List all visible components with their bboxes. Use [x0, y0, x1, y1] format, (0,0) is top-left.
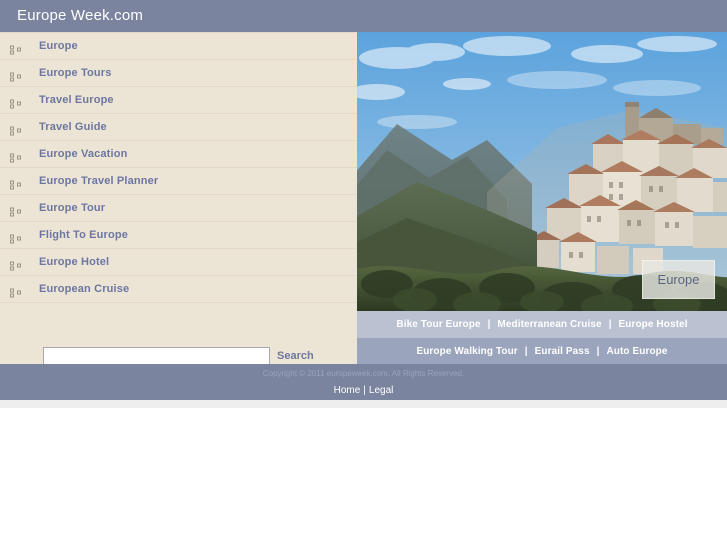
sidebar-item-travel-guide[interactable]: Travel Guide — [0, 114, 357, 141]
footer-link-separator: | — [363, 385, 366, 396]
sidebar-item-label: Europe Vacation — [39, 148, 128, 160]
search-input[interactable] — [43, 347, 270, 365]
site-header: Europe Week.com — [0, 0, 727, 32]
related-links-row-2: Europe Walking Tour | Eurail Pass | Auto Eur… — [357, 338, 727, 364]
sidebar-item-label: Europe — [39, 40, 78, 52]
sidebar-item-travel-europe[interactable]: Travel Europe — [0, 87, 357, 114]
related-link-eurail-pass[interactable]: Eurail Pass — [535, 346, 590, 357]
search-button[interactable]: Search — [277, 350, 314, 362]
sidebar-item-label: Travel Guide — [39, 121, 107, 133]
sidebar-item-label: Europe Travel Planner — [39, 175, 159, 187]
sidebar-item-label: Travel Europe — [39, 94, 114, 106]
list-bullet-icon — [10, 96, 21, 109]
hero-photo: Europe — [357, 32, 727, 311]
sidebar-item-european-cruise[interactable]: European Cruise — [0, 276, 357, 303]
sidebar-item-europe-hotel[interactable]: Europe Hotel — [0, 249, 357, 276]
sidebar-item-label: Flight To Europe — [39, 229, 128, 241]
related-link-europe-hostel[interactable]: Europe Hostel — [619, 319, 688, 330]
related-link-bike-tour-europe[interactable]: Bike Tour Europe — [396, 319, 480, 330]
list-bullet-icon — [10, 285, 21, 298]
main-content-area: Europe Europe Tours Travel Europe Travel Gu… — [0, 32, 727, 365]
sidebar-item-label: Europe Tour — [39, 202, 106, 214]
sidebar-item-europe-tour[interactable]: Europe Tour — [0, 195, 357, 222]
page-root: Europe Week.com Europe Europe Tours Travel… — [0, 0, 727, 545]
link-separator: | — [524, 345, 528, 357]
photo-caption-label: Europe — [657, 272, 700, 287]
page-blank-area — [0, 408, 727, 545]
sidebar-item-label: European Cruise — [39, 283, 130, 295]
footer-links: Home | Legal — [0, 385, 727, 396]
sidebar-panel: Europe Europe Tours Travel Europe Travel Gu… — [0, 32, 357, 365]
list-bullet-icon — [10, 204, 21, 217]
photo-caption-badge: Europe — [642, 260, 715, 299]
list-bullet-icon — [10, 258, 21, 271]
list-bullet-icon — [10, 69, 21, 82]
copyright-text: Copyright © 2011 europeweek.com. All Rig… — [262, 369, 465, 378]
sidebar-item-europe[interactable]: Europe — [0, 32, 357, 60]
list-bullet-icon — [10, 177, 21, 190]
related-link-mediterranean-cruise[interactable]: Mediterranean Cruise — [497, 319, 601, 330]
footer-link-legal[interactable]: Legal — [369, 385, 393, 396]
link-separator: | — [487, 319, 491, 330]
footer-link-home[interactable]: Home — [334, 385, 361, 396]
link-separator: | — [608, 319, 612, 330]
related-link-auto-europe[interactable]: Auto Europe — [606, 346, 667, 357]
related-links-row-1: Bike Tour Europe | Mediterranean Cruise | Eu… — [357, 311, 727, 338]
sidebar-nav-list: Europe Europe Tours Travel Europe Travel Gu… — [0, 32, 357, 303]
sidebar-item-europe-travel-planner[interactable]: Europe Travel Planner — [0, 168, 357, 195]
list-bullet-icon — [10, 150, 21, 163]
bottom-strip — [0, 400, 727, 408]
sidebar-item-europe-tours[interactable]: Europe Tours — [0, 60, 357, 87]
sidebar-item-label: Europe Hotel — [39, 256, 110, 268]
sidebar-item-flight-to-europe[interactable]: Flight To Europe — [0, 222, 357, 249]
list-bullet-icon — [10, 123, 21, 136]
sidebar-item-europe-vacation[interactable]: Europe Vacation — [0, 141, 357, 168]
list-bullet-icon — [10, 42, 21, 55]
link-separator: | — [596, 345, 600, 357]
search-block: Search — [0, 310, 357, 365]
site-title: Europe Week.com — [17, 7, 144, 24]
list-bullet-icon — [10, 231, 21, 244]
site-footer: Copyright © 2011 europeweek.com. All Rig… — [0, 364, 727, 400]
related-link-europe-walking-tour[interactable]: Europe Walking Tour — [416, 346, 517, 357]
sidebar-item-label: Europe Tours — [39, 67, 112, 79]
